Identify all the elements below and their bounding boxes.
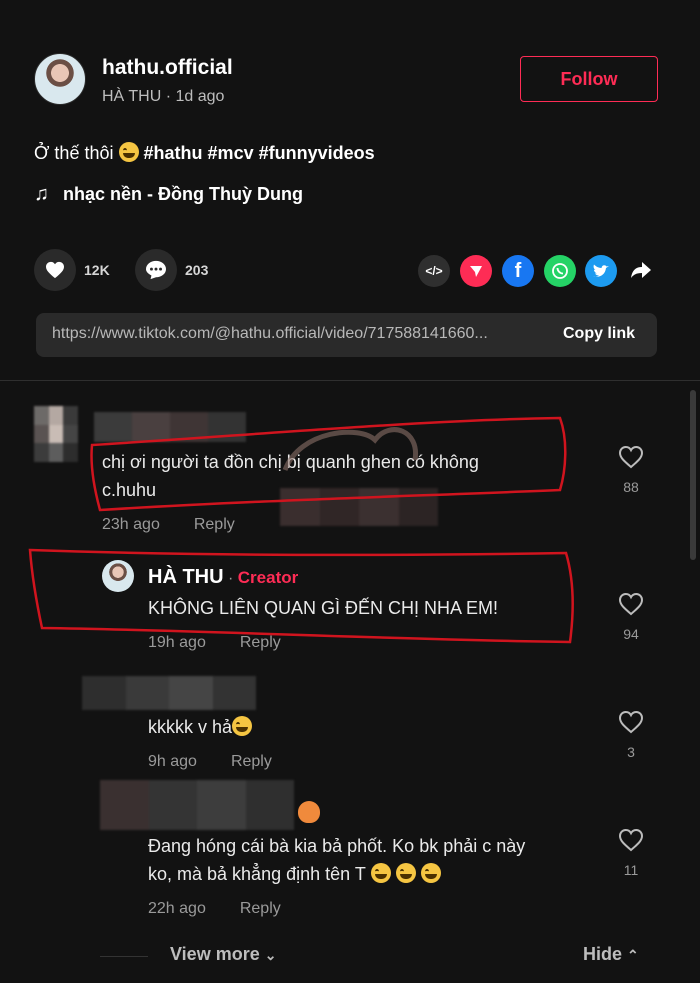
annotation-outline-2 bbox=[28, 548, 574, 644]
annotation-overlay bbox=[28, 416, 574, 644]
annotation-squiggle bbox=[282, 427, 418, 472]
annotation-outline-1 bbox=[90, 416, 567, 512]
